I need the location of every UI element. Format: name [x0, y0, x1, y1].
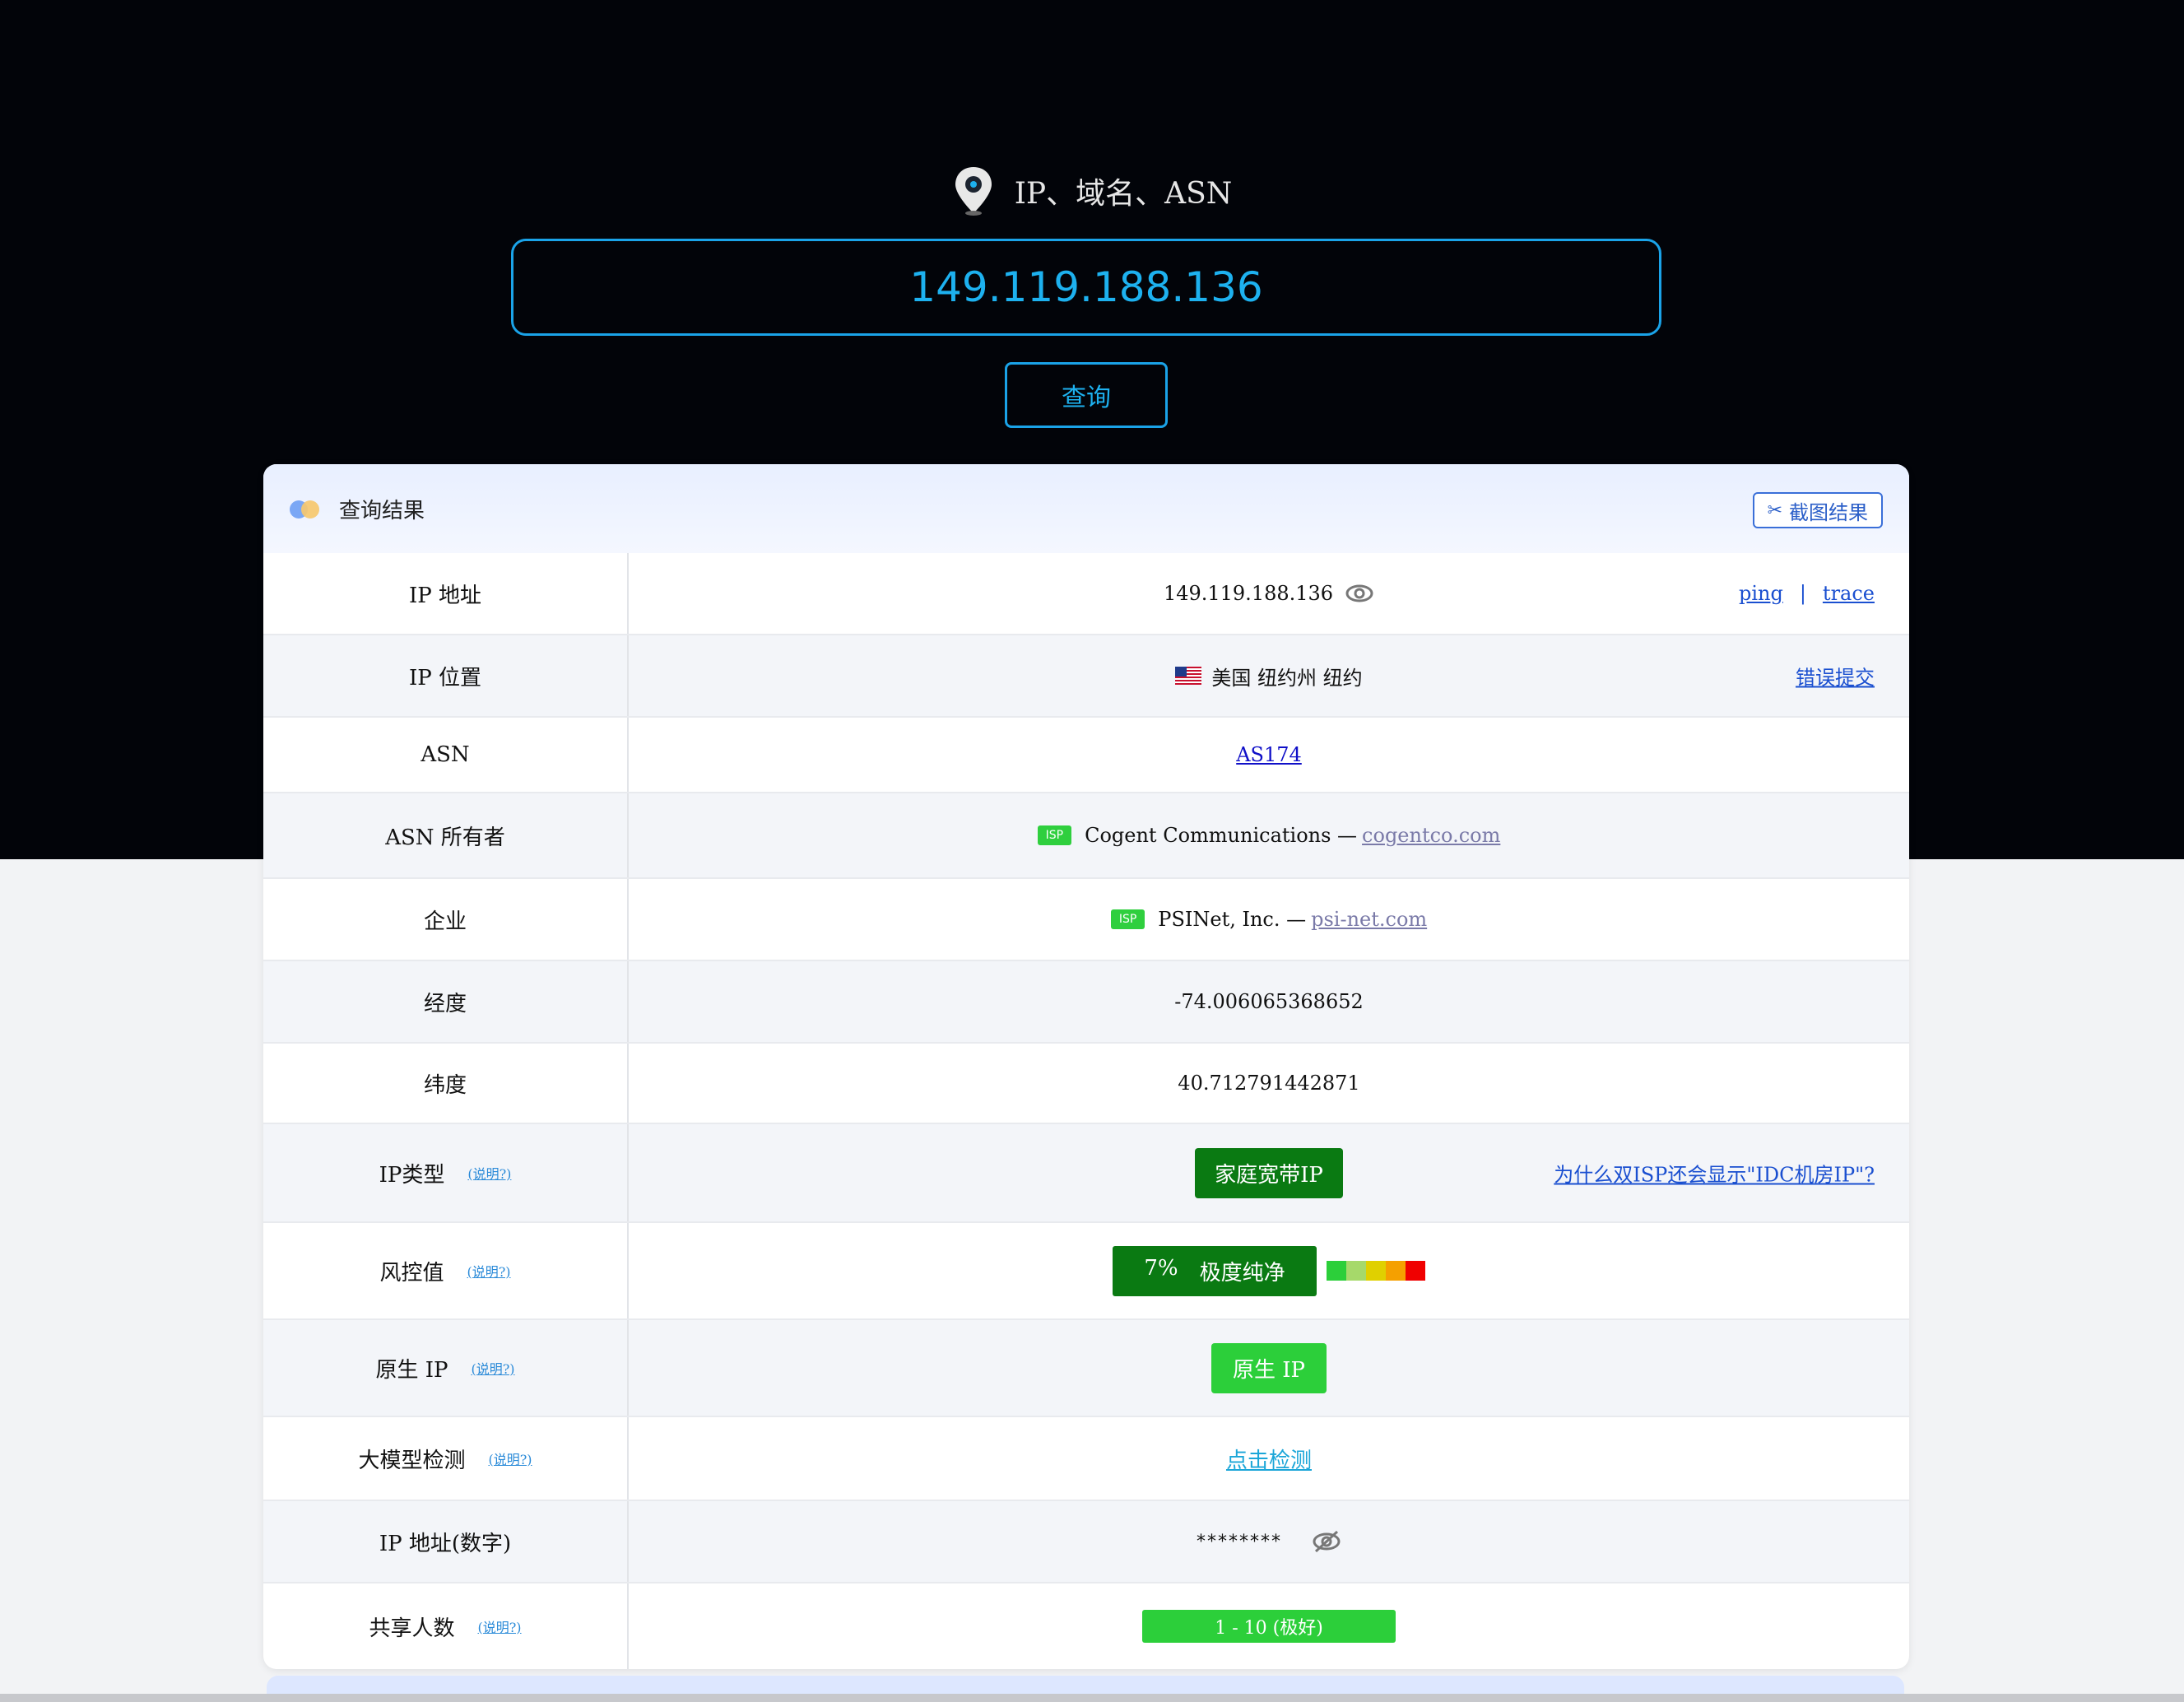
result-header: 查询结果 ✂ 截图结果 — [263, 464, 1909, 553]
header-dots-icon — [290, 499, 323, 519]
table-row: IP 位置 美国 纽约州 纽约 错误提交 — [263, 635, 1909, 718]
help-link[interactable]: (说明?) — [471, 1358, 514, 1378]
help-link[interactable]: (说明?) — [467, 1163, 511, 1183]
table-row: IP 地址(数字) ******** — [263, 1501, 1909, 1583]
asn-link[interactable]: AS174 — [1236, 743, 1302, 766]
risk-segment — [1345, 1261, 1366, 1281]
table-row: ASN AS174 — [263, 718, 1909, 793]
table-row: 共享人数 (说明?) 1 - 10 (极好) — [263, 1583, 1909, 1669]
row-label: ASN — [263, 718, 629, 792]
risk-segment — [1365, 1261, 1386, 1281]
asn-owner-name: Cogent Communications — — [1085, 824, 1358, 847]
llm-check-link[interactable]: 点击检测 — [1226, 1444, 1312, 1474]
screenshot-label: 截图结果 — [1789, 500, 1868, 524]
table-row: ASN 所有者 ISP Cogent Communications — coge… — [263, 793, 1909, 879]
query-button[interactable]: 查询 — [1005, 362, 1168, 428]
row-label: 共享人数 — [369, 1616, 455, 1641]
dual-isp-help-link[interactable]: 为什么双ISP还会显示"IDC机房IP"? — [1554, 1159, 1875, 1188]
row-label: 原生 IP — [375, 1357, 448, 1383]
result-table: IP 地址 149.119.188.136 ping | trace IP 位置 — [263, 553, 1909, 1669]
ip-numeric-value: ******** — [1197, 1531, 1282, 1552]
table-row: IP 地址 149.119.188.136 ping | trace — [263, 553, 1909, 635]
isp-badge: ISP — [1037, 825, 1072, 845]
row-label: 大模型检测 — [358, 1448, 466, 1473]
native-ip-badge: 原生 IP — [1210, 1342, 1327, 1393]
screenshot-button[interactable]: ✂ 截图结果 — [1752, 492, 1883, 528]
risk-badge: 7% 极度纯净 — [1113, 1245, 1317, 1296]
risk-scale-bar — [1326, 1261, 1425, 1281]
longitude-value: -74.006065368652 — [1174, 990, 1364, 1013]
scissors-icon: ✂ — [1767, 500, 1782, 521]
eye-icon[interactable] — [1345, 582, 1374, 605]
separator: | — [1799, 582, 1806, 605]
location-pin-icon — [955, 167, 992, 216]
ip-value: 149.119.188.136 — [1163, 582, 1334, 605]
row-label: ASN 所有者 — [263, 793, 629, 877]
asn-owner-domain-link[interactable]: cogentco.com — [1362, 824, 1500, 847]
help-link[interactable]: (说明?) — [477, 1616, 521, 1636]
row-label: 纬度 — [263, 1044, 629, 1123]
eye-off-icon[interactable] — [1312, 1530, 1341, 1553]
report-error-link[interactable]: 错误提交 — [1796, 662, 1875, 691]
risk-segment — [1385, 1261, 1406, 1281]
row-label: 经度 — [263, 961, 629, 1042]
search-label-row: IP、域名、ASN — [0, 165, 2184, 217]
help-link[interactable]: (说明?) — [488, 1449, 532, 1468]
next-card-edge — [267, 1676, 1904, 1694]
row-label: IP 地址(数字) — [263, 1501, 629, 1582]
table-row: 经度 -74.006065368652 — [263, 961, 1909, 1044]
risk-percent: 7% — [1144, 1255, 1178, 1281]
result-title: 查询结果 — [339, 498, 425, 523]
row-label: IP 位置 — [263, 635, 629, 716]
location-value: 美国 纽约州 纽约 — [1211, 666, 1363, 690]
row-label: 企业 — [263, 879, 629, 960]
search-label: IP、域名、ASN — [1014, 177, 1233, 211]
latitude-value: 40.712791442871 — [1178, 1072, 1360, 1095]
table-row: 风控值 (说明?) 7% 极度纯净 — [263, 1223, 1909, 1320]
ping-link[interactable]: ping — [1739, 582, 1783, 605]
help-link[interactable]: (说明?) — [467, 1261, 510, 1281]
horizontal-scrollbar[interactable] — [0, 1694, 2184, 1702]
enterprise-name: PSINet, Inc. — — [1158, 908, 1307, 931]
ip-actions: ping | trace — [1739, 582, 1875, 605]
trace-link[interactable]: trace — [1823, 582, 1875, 605]
table-row: 大模型检测 (说明?) 点击检测 — [263, 1417, 1909, 1501]
table-row: 原生 IP (说明?) 原生 IP — [263, 1320, 1909, 1417]
isp-badge: ISP — [1110, 909, 1145, 929]
risk-level: 极度纯净 — [1199, 1260, 1285, 1286]
ip-type-badge: 家庭宽带IP — [1195, 1147, 1343, 1198]
us-flag-icon — [1175, 667, 1202, 685]
risk-segment — [1326, 1261, 1346, 1281]
row-label: IP类型 — [379, 1162, 445, 1188]
result-card: 查询结果 ✂ 截图结果 IP 地址 149.119.188.136 ping |… — [263, 464, 1909, 1669]
share-count-badge: 1 - 10 (极好) — [1142, 1610, 1396, 1643]
table-row: 纬度 40.712791442871 — [263, 1044, 1909, 1124]
row-label: IP 地址 — [263, 553, 629, 634]
row-label: 风控值 — [379, 1260, 444, 1286]
search-input[interactable] — [511, 239, 1661, 336]
enterprise-domain-link[interactable]: psi-net.com — [1311, 908, 1427, 931]
risk-segment — [1405, 1261, 1425, 1281]
table-row: 企业 ISP PSINet, Inc. — psi-net.com — [263, 879, 1909, 961]
table-row: IP类型 (说明?) 家庭宽带IP 为什么双ISP还会显示"IDC机房IP"? — [263, 1124, 1909, 1223]
